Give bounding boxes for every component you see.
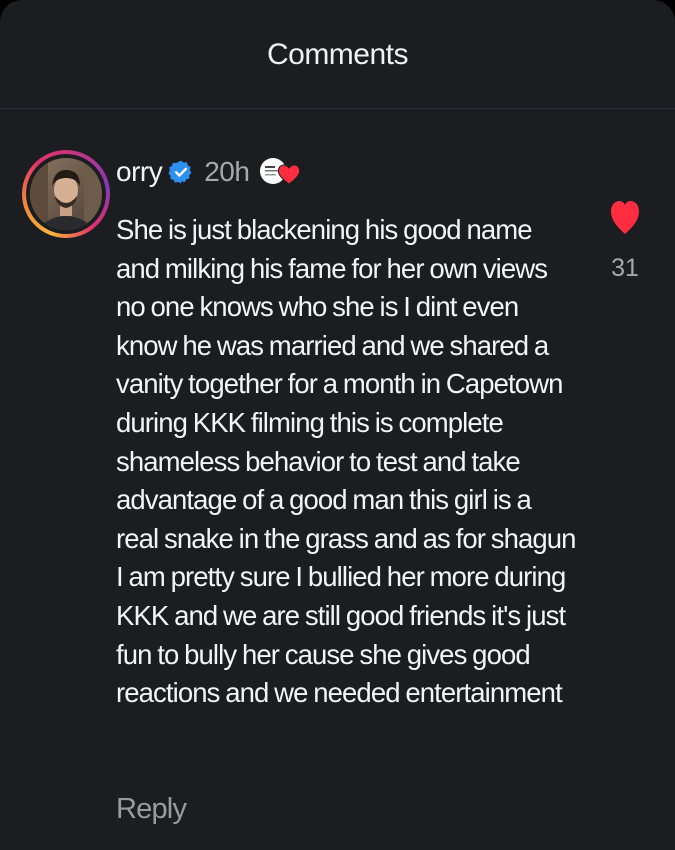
comment-timestamp: 20h [204,156,250,187]
like-count: 31 [611,254,639,282]
comments-title: Comments [266,38,409,71]
username[interactable]: orry [116,156,163,188]
avatar[interactable] [30,158,102,230]
creator-liked-heart-icon [257,153,301,191]
verified-badge-icon [168,159,194,185]
heart-icon[interactable] [609,196,641,238]
comments-sheet: Comments orry 20h She is just blackening… [0,0,675,850]
avatar-photo [30,158,102,230]
comment-meta: orry 20h [116,154,301,190]
comment-body: She is just blackening his good name and… [116,214,576,709]
comments-header: Comments [0,0,675,109]
like-control: 31 [600,196,650,283]
reply-button[interactable]: Reply [116,793,187,826]
story-ring[interactable] [22,150,110,238]
